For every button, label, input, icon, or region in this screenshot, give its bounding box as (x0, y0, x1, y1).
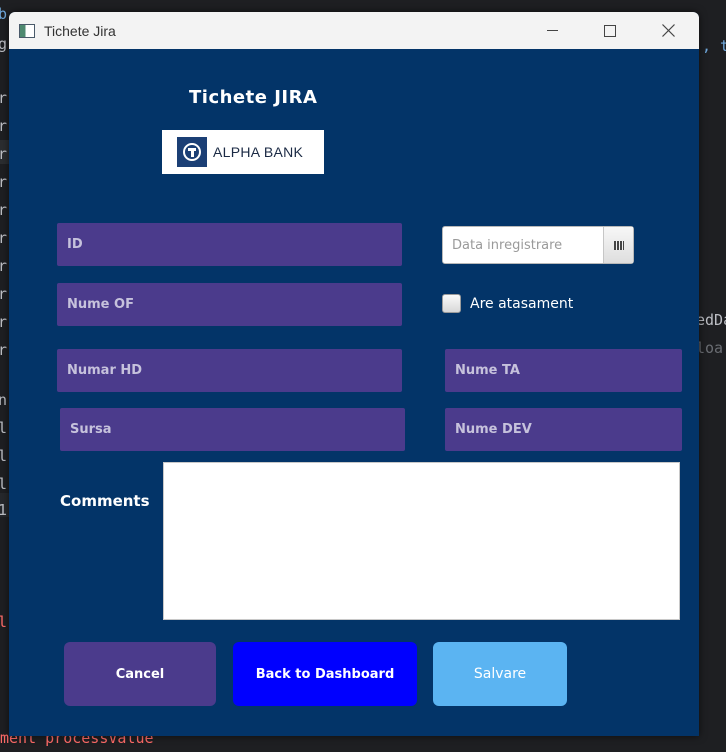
ide-gutter-char: r (0, 229, 8, 247)
nume-ta-field[interactable]: Nume TA (445, 349, 682, 392)
cancel-button[interactable]: Cancel (64, 642, 216, 706)
ide-gutter-char: r (0, 89, 8, 107)
calendar-icon (613, 240, 624, 250)
ide-gutter-char: r (0, 201, 8, 219)
ide-gutter-char: r (0, 145, 8, 163)
ide-snippet: loa (696, 339, 724, 357)
save-button[interactable]: Salvare (433, 642, 567, 706)
comments-label: Comments (60, 492, 150, 510)
ide-gutter-char: r (0, 313, 8, 331)
numar-hd-placeholder: Numar HD (67, 363, 143, 378)
ide-gutter-char: l (0, 613, 8, 631)
app-window: Tichete Jira Tichete JIRA ALPHA BANK ID … (9, 12, 699, 736)
date-input[interactable]: Data inregistrare (443, 238, 603, 253)
logo-text: ALPHA BANK (213, 144, 304, 160)
nume-of-placeholder: Nume OF (67, 297, 134, 312)
date-picker[interactable]: Data inregistrare (442, 226, 634, 264)
sursa-placeholder: Sursa (70, 422, 112, 437)
id-field[interactable]: ID (57, 223, 402, 266)
ide-snippet: edDa (696, 311, 726, 329)
minimize-button[interactable] (523, 12, 581, 49)
page-title: Tichete JIRA (189, 87, 318, 108)
sursa-field[interactable]: Sursa (60, 408, 405, 451)
id-field-placeholder: ID (67, 237, 83, 252)
maximize-icon (604, 24, 616, 37)
ide-gutter-char: r (0, 341, 8, 359)
ide-gutter-char: l (0, 475, 8, 493)
ide-gutter-char: 1 (0, 501, 8, 519)
ide-gutter-char: l (0, 447, 8, 465)
ide-gutter-char: r (0, 173, 8, 191)
ide-gutter-char: r (0, 117, 8, 135)
close-button[interactable] (639, 12, 697, 49)
attachment-checkbox-label: Are atasament (470, 295, 574, 312)
ide-gutter-char: r (0, 257, 8, 275)
ide-gutter-char: b (0, 5, 8, 23)
attachment-checkbox-group[interactable]: Are atasament (442, 294, 573, 313)
nume-dev-field[interactable]: Nume DEV (445, 408, 682, 451)
nume-of-field[interactable]: Nume OF (57, 283, 402, 326)
ide-right-strip: , t edDa loa (696, 0, 726, 747)
form-content: Tichete JIRA ALPHA BANK ID Data inregist… (9, 49, 699, 736)
comments-textarea[interactable] (163, 462, 680, 620)
ide-gutter-char: r (0, 285, 8, 303)
window-title: Tichete Jira (44, 22, 116, 39)
ide-snippet: , t (702, 37, 726, 55)
nume-ta-placeholder: Nume TA (455, 363, 520, 378)
maximize-button[interactable] (581, 12, 639, 49)
minimize-icon (546, 30, 558, 31)
close-icon (661, 24, 675, 37)
window-titlebar[interactable]: Tichete Jira (9, 12, 699, 49)
ide-gutter-char: l (0, 419, 8, 437)
ide-gutter-char: n (0, 391, 8, 409)
alpha-bank-logo: ALPHA BANK (162, 130, 324, 174)
bank-logo-icon (177, 137, 207, 167)
ide-gutter-char: g (0, 35, 8, 53)
attachment-checkbox[interactable] (442, 294, 461, 313)
app-icon (19, 23, 35, 38)
back-to-dashboard-button[interactable]: Back to Dashboard (233, 642, 417, 706)
nume-dev-placeholder: Nume DEV (455, 422, 532, 437)
calendar-button[interactable] (603, 227, 633, 263)
numar-hd-field[interactable]: Numar HD (57, 349, 402, 392)
